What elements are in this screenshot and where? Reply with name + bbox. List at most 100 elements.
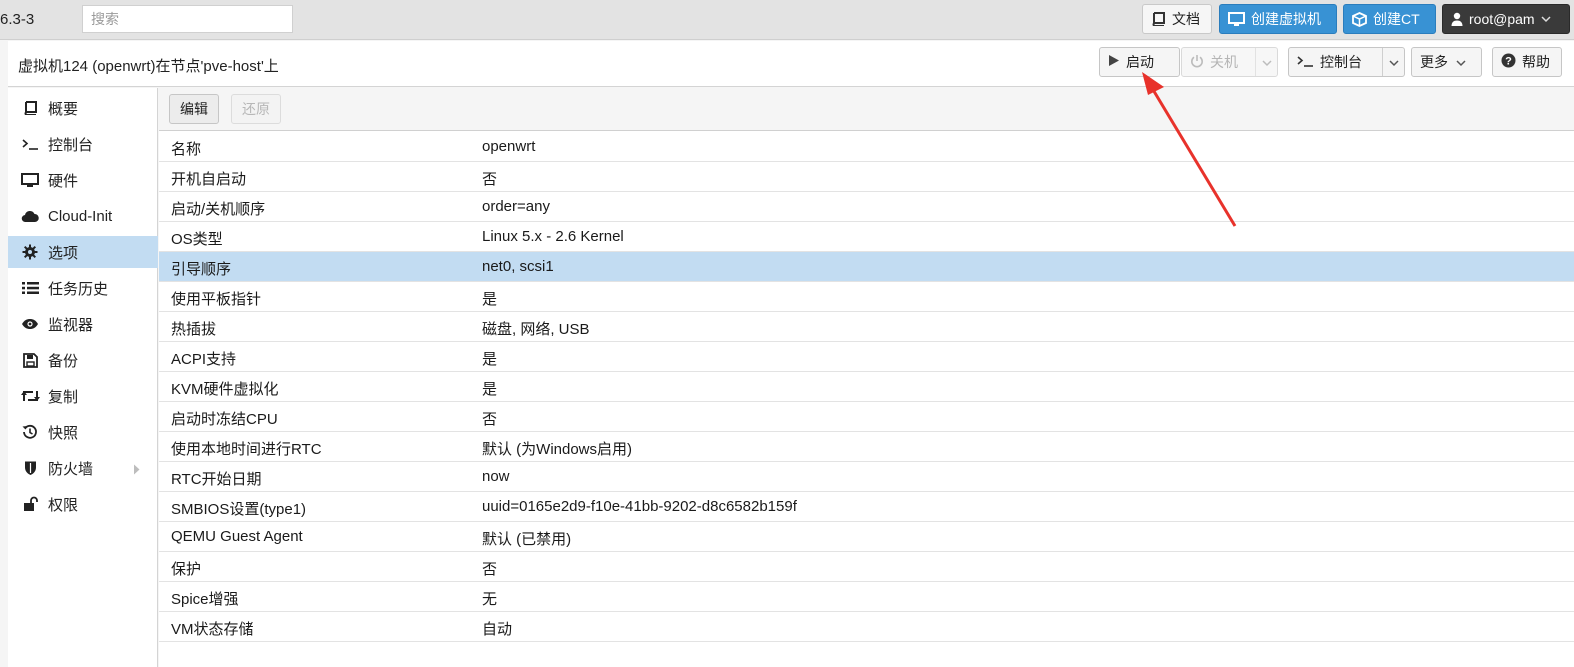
sidebar-item-task-history[interactable]: 任务历史 — [8, 272, 158, 304]
option-value: net0, scsi1 — [482, 258, 554, 275]
table-row[interactable]: 开机自启动 否 — [159, 162, 1574, 192]
sidebar-item-console[interactable]: 控制台 — [8, 128, 158, 160]
option-value: 是 — [482, 351, 498, 368]
option-key: Spice增强 — [171, 591, 239, 608]
vm-header: 虚拟机124 (openwrt)在节点'pve-host'上 启动 关机 控制台 — [8, 41, 1574, 87]
table-row[interactable]: 使用本地时间进行RTC 默认 (为Windows启用) — [159, 432, 1574, 462]
option-value: Linux 5.x - 2.6 Kernel — [482, 228, 624, 245]
sidebar-item-replication[interactable]: 复制 — [8, 380, 158, 412]
edit-button[interactable]: 编辑 — [169, 94, 219, 124]
option-key: QEMU Guest Agent — [171, 528, 303, 545]
monitor-icon — [20, 172, 40, 188]
question-circle-icon: ? — [1501, 53, 1516, 71]
desktop-icon — [1228, 11, 1245, 27]
option-value: 是 — [482, 381, 498, 398]
option-value: now — [482, 468, 510, 485]
sidebar-item-backup[interactable]: 备份 — [8, 344, 158, 376]
eye-icon — [20, 318, 40, 330]
table-row[interactable]: OS类型 Linux 5.x - 2.6 Kernel — [159, 222, 1574, 252]
option-value: 否 — [482, 561, 498, 578]
terminal-icon — [20, 138, 40, 150]
more-button[interactable]: 更多 — [1411, 47, 1482, 77]
console-button[interactable]: 控制台 — [1288, 47, 1405, 77]
table-row[interactable]: ACPI支持 是 — [159, 342, 1574, 372]
unlock-icon — [20, 496, 40, 512]
search-input[interactable] — [82, 5, 293, 33]
list-icon — [20, 281, 40, 295]
shutdown-dropdown-toggle[interactable] — [1255, 48, 1277, 76]
expand-arrow-icon[interactable] — [133, 462, 140, 479]
table-row-selected[interactable]: 引导顺序 net0, scsi1 — [159, 252, 1574, 282]
table-row[interactable]: 启动/关机顺序 order=any — [159, 192, 1574, 222]
option-value: 默认 (为Windows启用) — [482, 441, 633, 458]
sidebar: 概要 控制台 硬件 Cloud-Init 选项 任务历史 监视器 备份 复制 快… — [8, 88, 158, 667]
revert-button[interactable]: 还原 — [231, 94, 281, 124]
sidebar-item-options[interactable]: 选项 — [8, 236, 158, 268]
table-row[interactable]: KVM硬件虚拟化 是 — [159, 372, 1574, 402]
sidebar-item-cloud-init[interactable]: Cloud-Init — [8, 200, 158, 232]
sidebar-item-permissions[interactable]: 权限 — [8, 488, 158, 520]
user-icon — [1451, 12, 1463, 26]
table-row[interactable]: VM状态存储 自动 — [159, 612, 1574, 642]
option-value: order=any — [482, 198, 550, 215]
floppy-icon — [20, 352, 40, 368]
sidebar-item-firewall[interactable]: 防火墙 — [8, 452, 158, 484]
create-ct-button[interactable]: 创建CT — [1343, 4, 1436, 34]
options-panel: 编辑 还原 名称 openwrt 开机自启动否 启动/关机顺序 order=any … — [159, 88, 1574, 667]
option-value: 默认 (已禁用) — [482, 531, 572, 548]
chevron-down-icon — [1262, 54, 1272, 70]
top-bar: 6.3-3 文档 创建虚拟机 创建CT root@pam — [0, 0, 1574, 40]
table-row[interactable]: 热插拔 磁盘, 网络, USB — [159, 312, 1574, 342]
option-key: 开机自启动 — [171, 171, 247, 188]
sidebar-item-hardware[interactable]: 硬件 — [8, 164, 158, 196]
docs-button[interactable]: 文档 — [1142, 4, 1212, 34]
option-value: openwrt — [482, 138, 536, 155]
book-icon — [1151, 12, 1166, 26]
option-value: 是 — [482, 291, 498, 308]
option-value: 否 — [482, 171, 498, 188]
option-key: 引导顺序 — [171, 261, 232, 278]
option-key: VM状态存储 — [171, 621, 254, 638]
history-icon — [20, 424, 40, 440]
book-icon — [20, 101, 40, 115]
options-grid: 名称 openwrt 开机自启动否 启动/关机顺序 order=any OS类型 Li… — [159, 132, 1574, 642]
help-button[interactable]: ? 帮助 — [1492, 47, 1562, 77]
svg-text:?: ? — [1505, 56, 1512, 68]
create-vm-button[interactable]: 创建虚拟机 — [1219, 4, 1337, 34]
sidebar-item-monitor[interactable]: 监视器 — [8, 308, 158, 340]
annotation-arrow — [1142, 72, 1237, 227]
gear-icon — [20, 244, 40, 260]
table-row[interactable]: Spice增强 无 — [159, 582, 1574, 612]
option-key: 名称 — [171, 141, 202, 158]
table-row[interactable]: 保护 否 — [159, 552, 1574, 582]
option-key: 启动时冻结CPU — [171, 411, 278, 428]
options-toolbar: 编辑 还原 — [159, 88, 1574, 131]
option-key: ACPI支持 — [171, 351, 237, 368]
console-dropdown-toggle[interactable] — [1382, 48, 1404, 76]
sidebar-item-summary[interactable]: 概要 — [8, 92, 158, 124]
option-value: 无 — [482, 591, 498, 608]
option-key: 热插拔 — [171, 321, 217, 338]
table-row[interactable]: 使用平板指针 是 — [159, 282, 1574, 312]
option-key: 使用平板指针 — [171, 291, 262, 308]
option-key: 启动/关机顺序 — [171, 201, 266, 218]
option-value: 否 — [482, 411, 498, 428]
power-icon — [1190, 54, 1204, 71]
option-key: 使用本地时间进行RTC — [171, 441, 322, 458]
option-value: 磁盘, 网络, USB — [482, 321, 590, 338]
chevron-down-icon — [1456, 54, 1466, 70]
sidebar-item-snapshots[interactable]: 快照 — [8, 416, 158, 448]
option-value: uuid=0165e2d9-f10e-41bb-9202-d8c6582b159… — [482, 498, 797, 515]
table-row[interactable]: 名称 openwrt — [159, 132, 1574, 162]
option-key: OS类型 — [171, 231, 223, 248]
user-menu-button[interactable]: root@pam — [1442, 4, 1570, 34]
page-title: 虚拟机124 (openwrt)在节点'pve-host'上 — [18, 58, 279, 75]
play-icon — [1108, 54, 1120, 70]
cloud-icon — [20, 210, 40, 223]
option-key: SMBIOS设置(type1) — [171, 501, 307, 518]
table-row[interactable]: SMBIOS设置(type1) uuid=0165e2d9-f10e-41bb-9… — [159, 492, 1574, 522]
table-row[interactable]: 启动时冻结CPU 否 — [159, 402, 1574, 432]
table-row[interactable]: RTC开始日期 now — [159, 462, 1574, 492]
table-row[interactable]: QEMU Guest Agent 默认 (已禁用) — [159, 522, 1574, 552]
shield-icon — [20, 460, 40, 476]
